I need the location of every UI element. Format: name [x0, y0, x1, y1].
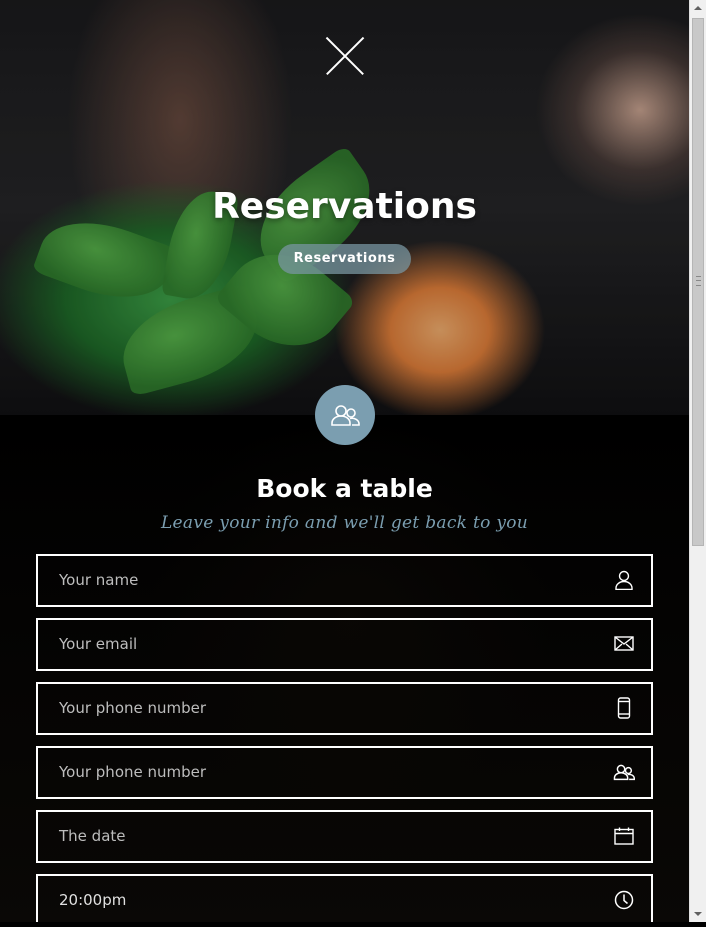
- scroll-up-arrow-icon[interactable]: [690, 0, 706, 16]
- envelope-icon: [613, 632, 635, 656]
- phone-field-placeholder: Your phone number: [59, 699, 207, 717]
- mint-leaf: [112, 283, 268, 397]
- scrollbar-thumb[interactable]: [692, 18, 704, 546]
- phone-icon: [613, 696, 635, 720]
- clock-icon: [613, 888, 635, 912]
- email-field-placeholder: Your email: [59, 635, 138, 653]
- guests-field[interactable]: Your phone number: [36, 746, 653, 799]
- email-field[interactable]: Your email: [36, 618, 653, 671]
- page-title: Reservations: [212, 186, 477, 227]
- form-subtitle: Leave your info and we'll get back to yo…: [160, 513, 529, 533]
- scroll-down-arrow-icon[interactable]: [690, 906, 706, 922]
- breadcrumb[interactable]: Reservations: [278, 244, 411, 274]
- name-field-placeholder: Your name: [59, 571, 139, 589]
- form-title: Book a table: [256, 474, 433, 503]
- name-field[interactable]: Your name: [36, 554, 653, 607]
- scrollbar-grip-icon: [696, 276, 701, 286]
- guests-field-placeholder: Your phone number: [59, 763, 207, 781]
- users-icon: [331, 405, 360, 426]
- date-field-placeholder: The date: [59, 827, 126, 845]
- users-badge: [315, 385, 375, 445]
- user-icon: [613, 568, 635, 592]
- users-icon: [613, 760, 635, 784]
- phone-field[interactable]: Your phone number: [36, 682, 653, 735]
- time-field-value: 20:00pm: [59, 891, 127, 909]
- close-button[interactable]: [325, 36, 365, 76]
- reservations-page: Reservations Reservations Book a table L…: [0, 0, 689, 922]
- vertical-scrollbar[interactable]: [689, 0, 706, 922]
- date-field[interactable]: The date: [36, 810, 653, 863]
- time-field[interactable]: 20:00pm: [36, 874, 653, 922]
- calendar-icon: [613, 824, 635, 848]
